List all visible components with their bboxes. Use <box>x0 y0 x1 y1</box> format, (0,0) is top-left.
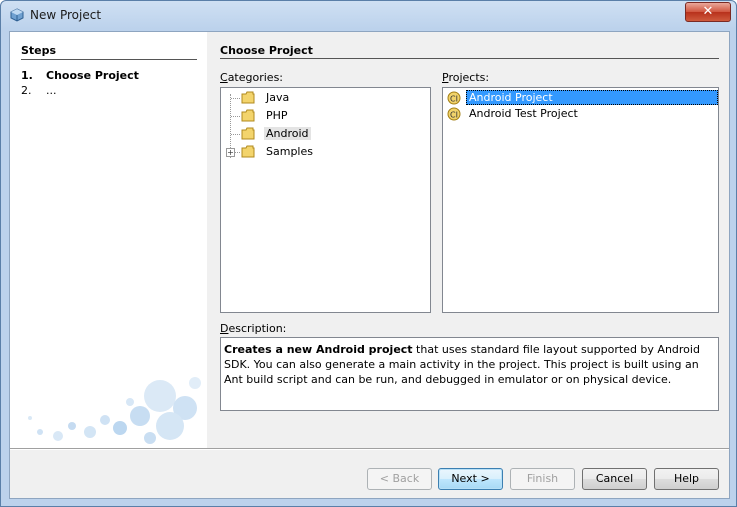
finish-button[interactable]: Finish <box>510 468 575 490</box>
folder-icon <box>241 91 255 104</box>
step-number: 1. <box>21 69 33 82</box>
project-label: Android Test Project <box>469 107 578 120</box>
step-label: ... <box>46 84 57 97</box>
netbeans-cube-icon <box>10 8 24 22</box>
step-item-2: 2.... <box>21 84 57 97</box>
category-label: Java <box>266 91 290 104</box>
description-box: Creates a new Android project that uses … <box>220 337 719 411</box>
description-bold: Creates a new Android project <box>224 343 413 356</box>
description-label: Description: <box>220 322 287 335</box>
tree-connector <box>231 116 240 117</box>
category-label: Samples <box>266 145 313 158</box>
title-divider <box>220 58 719 59</box>
category-label: Android <box>264 127 311 140</box>
tree-connector <box>231 98 240 99</box>
projects-list[interactable]: CI Android Project CI Android Test Proje… <box>442 87 719 313</box>
category-item-android[interactable]: Android <box>221 126 430 142</box>
title-bar[interactable]: New Project ✕ <box>1 1 736 29</box>
project-item-android-project[interactable]: CI Android Project <box>445 90 718 106</box>
step-number: 2. <box>21 84 32 97</box>
svg-text:CI: CI <box>450 95 458 104</box>
folder-icon <box>241 145 255 158</box>
close-icon: ✕ <box>702 4 714 19</box>
help-button[interactable]: Help <box>654 468 719 490</box>
description-label-text: escription: <box>228 322 287 335</box>
window-title: New Project <box>30 8 102 22</box>
android-project-icon: CI <box>447 107 461 121</box>
step-item-1: 1. Choose Project <box>21 69 139 82</box>
step-label: Choose Project <box>46 69 139 82</box>
folder-icon <box>241 127 255 140</box>
dialog-body: Steps 1. Choose Project 2.... Choose Pro… <box>9 31 730 499</box>
main-content: Choose Project Categories: Projects: Jav… <box>220 32 720 448</box>
categories-label: Categories: <box>220 71 284 84</box>
decorative-bubbles <box>28 377 201 444</box>
steps-title: Steps <box>21 44 57 57</box>
steps-panel: Steps 1. Choose Project 2.... <box>10 32 207 448</box>
project-label: Android Project <box>466 90 718 105</box>
category-label: PHP <box>266 109 288 122</box>
steps-divider <box>21 59 197 60</box>
back-button[interactable]: < Back <box>367 468 432 490</box>
expand-icon[interactable]: + <box>226 148 235 157</box>
cancel-button[interactable]: Cancel <box>582 468 647 490</box>
category-item-java[interactable]: Java <box>221 90 430 106</box>
next-button[interactable]: Next > <box>438 468 503 490</box>
category-item-php[interactable]: PHP <box>221 108 430 124</box>
folder-icon <box>241 109 255 122</box>
categories-label-text: ategories: <box>227 71 284 84</box>
project-item-android-test-project[interactable]: CI Android Test Project <box>445 106 718 122</box>
projects-label: Projects: <box>442 71 490 84</box>
category-item-samples[interactable]: + Samples <box>221 144 430 160</box>
button-bar-divider-highlight <box>10 449 729 450</box>
projects-label-text: rojects: <box>448 71 490 84</box>
close-button[interactable]: ✕ <box>685 2 731 22</box>
svg-text:CI: CI <box>450 111 458 120</box>
new-project-dialog: New Project ✕ Steps 1. Choose Project 2..… <box>0 0 737 507</box>
page-title: Choose Project <box>220 44 313 57</box>
categories-tree[interactable]: Java PHP Android + Samples <box>220 87 431 313</box>
tree-connector <box>231 134 240 135</box>
tree-connector <box>235 152 240 153</box>
android-project-icon: CI <box>447 91 461 105</box>
description-text: Creates a new Android project that uses … <box>224 342 714 387</box>
